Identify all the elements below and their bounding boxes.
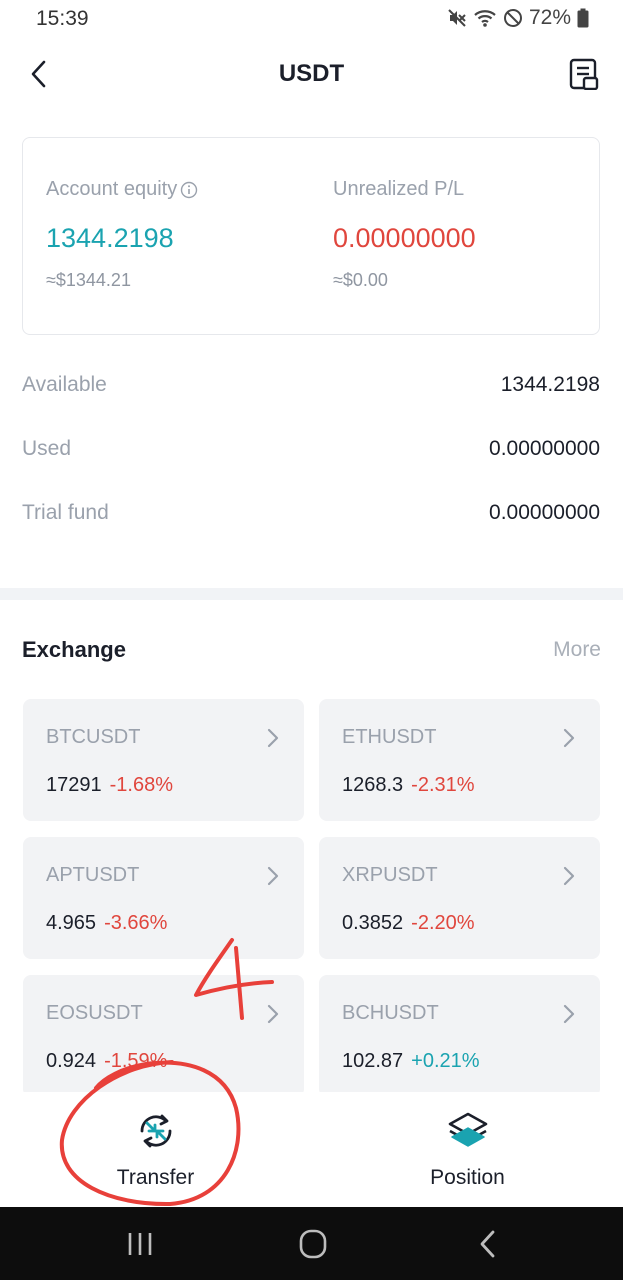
transfer-label: Transfer	[116, 1166, 195, 1189]
recents-button[interactable]	[120, 1227, 160, 1261]
ticker-change: +0.21%	[411, 1050, 480, 1072]
home-icon	[299, 1229, 327, 1259]
unrealized-pl-label: Unrealized P/L	[333, 178, 465, 200]
chevron-right-icon	[563, 1004, 575, 1024]
ticker-price: 102.87	[342, 1050, 404, 1072]
balance-label: Trial fund	[22, 501, 109, 524]
records-button[interactable]	[567, 56, 601, 92]
unrealized-pl-value: 0.00000000	[333, 223, 476, 253]
balance-value: 0.00000000	[489, 501, 600, 524]
ticker-price: 4.965	[46, 912, 97, 934]
account-equity-value: 1344.2198	[46, 223, 174, 253]
ticker-change: -2.31%	[411, 774, 475, 796]
chevron-right-icon	[563, 866, 575, 886]
layers-icon	[448, 1112, 487, 1147]
equity-card: Account equity 1344.2198 ≈$1344.21 Unrea…	[22, 137, 600, 335]
account-equity-fiat: ≈$1344.21	[46, 270, 131, 290]
balance-row-available: Available 1344.2198	[22, 373, 600, 403]
ticker-symbol: BTCUSDT	[46, 726, 141, 748]
ticker-symbol: BCHUSDT	[342, 1002, 439, 1024]
records-icon	[569, 58, 599, 90]
position-label: Position	[430, 1166, 505, 1189]
status-icons: 72%	[447, 6, 589, 30]
ticker-symbol: APTUSDT	[46, 864, 140, 886]
position-button[interactable]: Position	[312, 1092, 623, 1207]
chevron-right-icon	[267, 1004, 279, 1024]
home-button[interactable]	[293, 1227, 333, 1261]
section-divider	[0, 588, 623, 600]
ticker-card-aptusdt[interactable]: APTUSDT 4.965 -3.66%	[23, 837, 304, 959]
exchange-title: Exchange	[22, 637, 126, 662]
ticker-change: -2.20%	[411, 912, 475, 934]
ticker-change: -1.59%	[104, 1050, 168, 1072]
balance-label: Used	[22, 437, 72, 460]
chevron-right-icon	[267, 866, 279, 886]
page-title: USDT	[278, 60, 345, 87]
account-equity-label: Account equity	[46, 178, 178, 200]
chevron-right-icon	[267, 728, 279, 748]
back-icon	[480, 1230, 495, 1258]
mute-icon	[447, 8, 467, 28]
ticker-price: 0.924	[46, 1050, 97, 1072]
chevron-right-icon	[563, 728, 575, 748]
ticker-card-bchusdt[interactable]: BCHUSDT 102.87 +0.21%	[319, 975, 600, 1097]
ticker-change: -3.66%	[104, 912, 168, 934]
ticker-price: 1268.3	[342, 774, 404, 796]
account-equity-block: Account equity 1344.2198 ≈$1344.21	[46, 178, 198, 291]
ticker-card-ethusdt[interactable]: ETHUSDT 1268.3 -2.31%	[319, 699, 600, 821]
ticker-card-eosusdt[interactable]: EOSUSDT 0.924 -1.59%	[23, 975, 304, 1097]
bottom-action-bar: Transfer Position	[0, 1092, 623, 1207]
system-nav-bar	[0, 1207, 623, 1280]
ticker-symbol: XRPUSDT	[342, 864, 438, 886]
ticker-change: -1.68%	[109, 774, 173, 796]
ticker-symbol: EOSUSDT	[46, 1002, 143, 1024]
nav-bar: USDT	[0, 44, 623, 104]
balance-value: 0.00000000	[489, 437, 600, 460]
balance-row-trial-fund: Trial fund 0.00000000	[22, 501, 600, 531]
battery-percent: 72%	[528, 6, 571, 29]
status-time: 15:39	[36, 7, 89, 30]
status-bar: 15:39 72%	[0, 0, 623, 40]
unrealized-pl-block: Unrealized P/L 0.00000000 ≈$0.00	[333, 178, 476, 291]
system-back-button[interactable]	[468, 1227, 508, 1261]
exchange-more-link[interactable]: More	[553, 638, 601, 662]
do-not-disturb-icon	[503, 8, 523, 28]
balance-label: Available	[22, 373, 107, 396]
transfer-icon	[140, 1114, 171, 1148]
ticker-symbol: ETHUSDT	[342, 726, 437, 748]
battery-icon	[577, 8, 589, 28]
ticker-price: 0.3852	[342, 912, 404, 934]
transfer-button[interactable]: Transfer	[0, 1092, 311, 1207]
ticker-price: 17291	[46, 774, 102, 796]
ticker-card-btcusdt[interactable]: BTCUSDT 17291 -1.68%	[23, 699, 304, 821]
balance-row-used: Used 0.00000000	[22, 437, 600, 467]
info-icon[interactable]	[180, 181, 198, 199]
balance-value: 1344.2198	[500, 373, 600, 396]
recents-icon	[128, 1233, 152, 1255]
unrealized-pl-fiat: ≈$0.00	[333, 270, 388, 290]
wifi-icon	[473, 8, 497, 28]
ticker-card-xrpusdt[interactable]: XRPUSDT 0.3852 -2.20%	[319, 837, 600, 959]
